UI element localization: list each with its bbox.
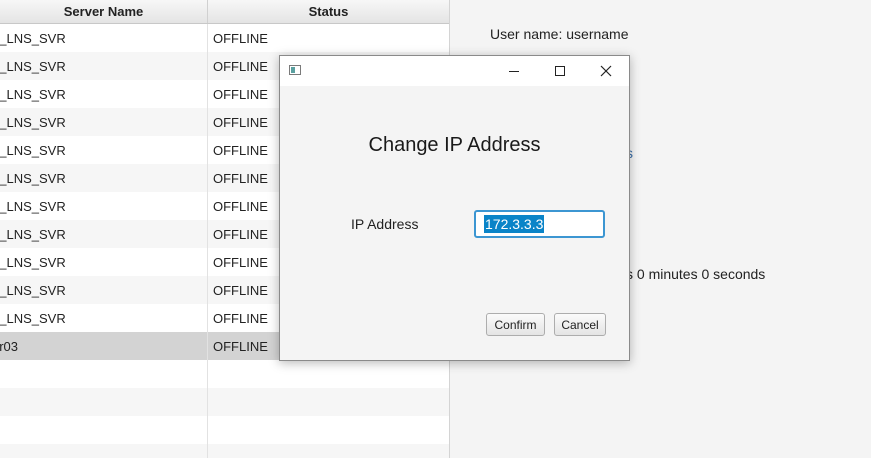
- minimize-button[interactable]: [491, 56, 537, 86]
- table-row-empty[interactable]: [0, 360, 449, 388]
- maximize-button[interactable]: [537, 56, 583, 86]
- table-row-empty[interactable]: [0, 388, 449, 416]
- minimize-icon: [509, 71, 519, 72]
- column-header-server-name[interactable]: Server Name: [0, 0, 208, 23]
- user-name-label: User name: username: [490, 26, 629, 42]
- cancel-button[interactable]: Cancel: [554, 313, 606, 336]
- status-cell: [208, 388, 449, 416]
- close-icon: [600, 65, 612, 77]
- column-header-status[interactable]: Status: [208, 0, 449, 23]
- table-row[interactable]: 1_LNS_SVR OFFLINE: [0, 24, 449, 52]
- server-name-cell: 2_LNS_SVR: [0, 58, 66, 74]
- server-name-cell: 3_LNS_SVR: [0, 86, 66, 102]
- status-cell: [208, 416, 449, 444]
- ip-address-input[interactable]: 172.3.3.3: [474, 210, 605, 238]
- dialog-title: Change IP Address: [368, 134, 541, 156]
- confirm-button[interactable]: Confirm: [486, 313, 545, 336]
- table-row-empty[interactable]: [0, 416, 449, 444]
- server-name-cell: 1_LNS_SVR: [0, 310, 66, 326]
- uptime-label: s 0 minutes 0 seconds: [626, 266, 766, 282]
- table-header: Server Name Status: [0, 0, 449, 24]
- server-name-cell: 1_LNS_SVR: [0, 30, 66, 46]
- status-cell: OFFLINE: [213, 30, 268, 46]
- app-window-icon: [289, 65, 301, 75]
- server-name-cell: 9_LNS_SVR: [0, 254, 66, 270]
- change-ip-dialog: Change IP Address IP Address 172.3.3.3 C…: [279, 55, 630, 361]
- server-name-cell: 7_LNS_SVR: [0, 198, 66, 214]
- status-cell: [208, 444, 449, 458]
- close-button[interactable]: [583, 56, 629, 86]
- status-cell: [208, 360, 449, 388]
- server-name-cell: 0_LNS_SVR: [0, 282, 66, 298]
- server-name-cell: 6_LNS_SVR: [0, 170, 66, 186]
- server-name-cell: er03: [0, 338, 19, 354]
- ip-address-label: IP Address: [351, 216, 419, 232]
- server-name-cell: 4_LNS_SVR: [0, 114, 66, 130]
- server-name-cell: 8_LNS_SVR: [0, 226, 66, 242]
- maximize-icon: [555, 66, 565, 76]
- server-name-cell: 5_LNS_SVR: [0, 142, 66, 158]
- dialog-titlebar[interactable]: [280, 56, 629, 86]
- ip-address-value: 172.3.3.3: [484, 215, 545, 233]
- table-row-empty[interactable]: [0, 444, 449, 458]
